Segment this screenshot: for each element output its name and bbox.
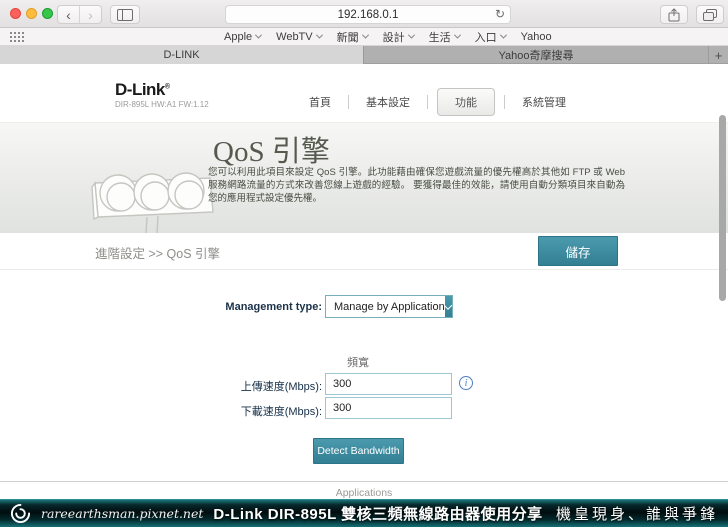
nav-home[interactable]: 首頁 — [292, 88, 348, 116]
nav-basic-settings[interactable]: 基本設定 — [349, 88, 427, 116]
new-tab-button[interactable]: + — [709, 46, 728, 64]
nav-management[interactable]: 系統管理 — [505, 88, 583, 116]
pixnet-swirl-icon — [10, 503, 31, 524]
brand-text: D-Link — [115, 80, 165, 99]
breadcrumb-bar: 進階設定 >> QoS 引擎 — [0, 233, 728, 270]
bookmark-life[interactable]: 生活 — [429, 29, 460, 45]
back-button[interactable]: ‹ — [58, 6, 79, 23]
detect-bandwidth-button[interactable]: Detect Bandwidth — [313, 438, 404, 464]
bookmark-label: Yahoo — [521, 31, 552, 43]
bandwidth-section-title: 頻寬 — [208, 354, 508, 370]
dlink-logo[interactable]: D-Link® — [115, 80, 170, 100]
minimize-window-button[interactable] — [26, 8, 37, 19]
footer-site-url: rareearthsman.pixnet.net — [41, 506, 203, 521]
nav-separator — [427, 95, 428, 109]
tab-yahoo-search[interactable]: Yahoo奇摩搜尋 — [364, 46, 709, 64]
tab-bar: D-LINK Yahoo奇摩搜尋 + — [0, 46, 728, 64]
tab-title: D-LINK — [163, 49, 199, 61]
tabs-overview-icon — [703, 9, 717, 21]
bookmark-items: Apple WebTV 新聞 設計 生活 入口 Yahoo — [224, 28, 552, 45]
bookmark-apple[interactable]: Apple — [224, 31, 261, 43]
dropdown-open-button[interactable] — [445, 296, 452, 317]
router-main-nav: 首頁 基本設定 功能 系統管理 — [292, 88, 583, 116]
back-icon: ‹ — [66, 7, 71, 23]
management-type-value: Manage by Application — [326, 301, 445, 313]
chevron-down-icon — [408, 32, 415, 39]
qos-hero-section: QoS 引擎 您可以利用此項目來設定 QoS 引擎。此功能藉由確保您遊戲流量的優… — [0, 122, 728, 233]
info-icon[interactable]: i — [459, 376, 473, 390]
reload-icon[interactable]: ↻ — [495, 7, 505, 21]
applications-section-title: Applications — [0, 487, 728, 499]
bookmark-portal[interactable]: 入口 — [475, 29, 506, 45]
chevron-down-icon — [316, 32, 323, 39]
section-divider — [0, 481, 728, 482]
sidebar-icon — [117, 9, 133, 21]
forward-icon: › — [88, 7, 93, 23]
close-window-button[interactable] — [10, 8, 21, 19]
management-type-label: Management type: — [140, 301, 322, 313]
watermark-footer: rareearthsman.pixnet.net D-Link DIR-895L… — [0, 499, 728, 527]
bookmark-label: WebTV — [276, 31, 312, 43]
browser-toolbar: ‹ › 192.168.0.1 ↻ — [0, 0, 728, 28]
address-bar[interactable]: 192.168.0.1 ↻ — [225, 5, 511, 24]
management-type-select[interactable]: Manage by Application — [325, 295, 453, 318]
bookmarks-bar: Apple WebTV 新聞 設計 生活 入口 Yahoo — [0, 28, 728, 46]
bookmark-yahoo[interactable]: Yahoo — [521, 31, 552, 43]
page-description: 您可以利用此項目來設定 QoS 引擎。此功能藉由確保您遊戲流量的優先權高於其他如… — [208, 166, 625, 205]
page-title: QoS 引擎 — [213, 128, 330, 170]
bookmark-webtv[interactable]: WebTV — [276, 31, 321, 43]
upload-speed-label: 上傳速度(Mbps): — [140, 378, 322, 394]
history-nav-group: ‹ › — [57, 5, 102, 24]
bookmark-label: 新聞 — [337, 29, 359, 45]
bookmark-design[interactable]: 設計 — [383, 29, 414, 45]
nav-features[interactable]: 功能 — [437, 88, 495, 116]
model-firmware-text: DIR-895L HW:A1 FW:1.12 — [115, 100, 209, 109]
download-speed-label: 下載速度(Mbps): — [140, 403, 322, 419]
chevron-down-icon — [444, 301, 452, 309]
chevron-down-icon — [255, 32, 262, 39]
scrollbar-thumb[interactable] — [719, 115, 726, 301]
router-admin-page: D-Link® DIR-895L HW:A1 FW:1.12 首頁 基本設定 功… — [0, 64, 728, 499]
sidebar-toggle-button[interactable] — [110, 5, 140, 24]
chevron-down-icon — [362, 32, 369, 39]
show-all-tabs-button[interactable] — [696, 5, 724, 24]
download-speed-input[interactable] — [325, 397, 452, 419]
chevron-down-icon — [454, 32, 461, 39]
plus-icon: + — [715, 48, 723, 63]
bookmark-label: Apple — [224, 31, 252, 43]
bookmark-label: 設計 — [383, 29, 405, 45]
upload-speed-input[interactable] — [325, 373, 452, 395]
share-icon — [668, 8, 680, 22]
url-text: 192.168.0.1 — [338, 9, 399, 21]
save-button[interactable]: 儲存 — [538, 236, 618, 266]
breadcrumb: 進階設定 >> QoS 引擎 — [95, 243, 220, 262]
bookmark-label: 生活 — [429, 29, 451, 45]
share-button[interactable] — [660, 5, 688, 24]
footer-article-title: D-Link DIR-895L 雙核三頻無線路由器使用分享 — [213, 503, 542, 524]
zoom-window-button[interactable] — [42, 8, 53, 19]
tab-dlink[interactable]: D-LINK — [0, 46, 364, 64]
frequently-visited-grid-icon[interactable] — [10, 32, 24, 43]
tab-title: Yahoo奇摩搜尋 — [499, 47, 574, 63]
chevron-down-icon — [500, 32, 507, 39]
bookmark-news[interactable]: 新聞 — [337, 29, 368, 45]
registered-mark: ® — [165, 83, 170, 90]
bookmark-label: 入口 — [475, 29, 497, 45]
forward-button[interactable]: › — [79, 6, 101, 23]
footer-slogan: 機皇現身、誰與爭鋒 — [556, 503, 718, 524]
